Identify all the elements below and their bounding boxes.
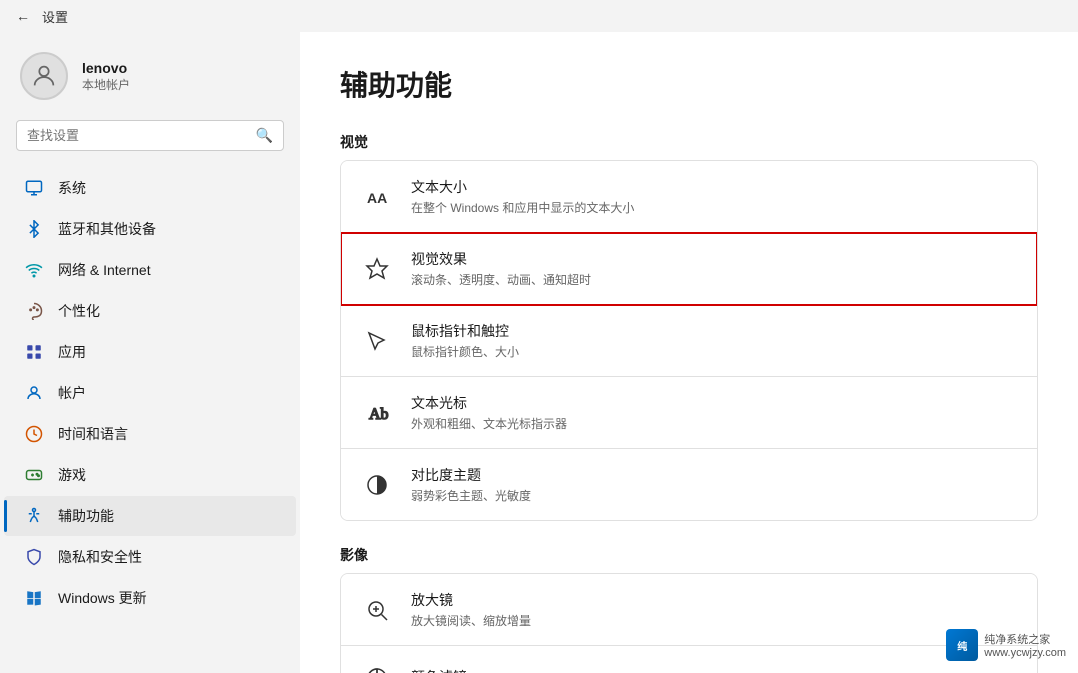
windows-icon	[24, 588, 44, 608]
search-box: 🔍	[16, 120, 284, 151]
section-shadow: 影像 放大镜 放大镜阅读、缩放增量	[340, 545, 1038, 673]
network-icon	[24, 260, 44, 280]
settings-item-color-filter-title: 颜色滤镜	[411, 667, 467, 673]
sidebar-item-label-apps: 应用	[58, 342, 86, 362]
svg-text:Ab: Ab	[369, 406, 389, 423]
settings-item-contrast-text: 对比度主题 弱势彩色主题、光敏度	[411, 465, 531, 504]
accessibility-icon	[24, 506, 44, 526]
sidebar-item-time[interactable]: 时间和语言	[4, 414, 296, 454]
section-title-vision: 视觉	[340, 132, 1038, 152]
section-title-shadow: 影像	[340, 545, 1038, 565]
content-area: 辅助功能 视觉 AA 文本大小 在整个 Windows 和应用中显示的文本大小	[300, 32, 1078, 673]
nav-list: 系统 蓝牙和其他设备	[0, 168, 300, 618]
color-filter-icon	[361, 662, 393, 673]
settings-item-text-size-title: 文本大小	[411, 177, 634, 197]
sidebar-item-accounts[interactable]: 帐户	[4, 373, 296, 413]
settings-list-vision: AA 文本大小 在整个 Windows 和应用中显示的文本大小	[340, 160, 1038, 521]
settings-item-mouse-pointer-text: 鼠标指针和触控 鼠标指针颜色、大小	[411, 321, 519, 360]
sidebar-item-label-accounts: 帐户	[58, 383, 86, 403]
sidebar-item-label-time: 时间和语言	[58, 424, 128, 444]
back-button[interactable]: ←	[12, 4, 34, 28]
sidebar-item-system[interactable]: 系统	[4, 168, 296, 208]
user-name: lenovo	[82, 60, 130, 76]
settings-item-text-cursor[interactable]: Ab 文本光标 外观和粗细、文本光标指示器	[341, 377, 1037, 449]
watermark-logo: 纯	[946, 629, 978, 661]
settings-item-contrast-desc: 弱势彩色主题、光敏度	[411, 487, 531, 504]
sidebar: lenovo 本地帐户 🔍 系统	[0, 32, 300, 673]
watermark-text: 纯净系统之家 www.ycwjzy.com	[984, 631, 1066, 659]
section-vision: 视觉 AA 文本大小 在整个 Windows 和应用中显示的文本大小	[340, 132, 1038, 521]
settings-item-visual-effects-title: 视觉效果	[411, 249, 591, 269]
settings-item-mouse-pointer-desc: 鼠标指针颜色、大小	[411, 343, 519, 360]
titlebar: ← 设置	[0, 0, 1078, 32]
settings-item-text-size[interactable]: AA 文本大小 在整个 Windows 和应用中显示的文本大小	[341, 161, 1037, 233]
settings-item-visual-effects-desc: 滚动条、透明度、动画、通知超时	[411, 271, 591, 288]
settings-item-magnifier-title: 放大镜	[411, 590, 531, 610]
settings-item-mouse-pointer[interactable]: 鼠标指针和触控 鼠标指针颜色、大小	[341, 305, 1037, 377]
user-info: lenovo 本地帐户	[82, 60, 130, 93]
sidebar-item-windows-update[interactable]: Windows 更新	[4, 578, 296, 618]
monitor-icon	[24, 178, 44, 198]
search-container: 🔍	[0, 120, 300, 167]
settings-item-mouse-pointer-title: 鼠标指针和触控	[411, 321, 519, 341]
settings-item-magnifier-text: 放大镜 放大镜阅读、缩放增量	[411, 590, 531, 629]
contrast-icon	[361, 469, 393, 501]
settings-item-text-size-text: 文本大小 在整个 Windows 和应用中显示的文本大小	[411, 177, 634, 216]
sidebar-item-label-accessibility: 辅助功能	[58, 506, 114, 526]
gaming-icon	[24, 465, 44, 485]
sidebar-item-bluetooth[interactable]: 蓝牙和其他设备	[4, 209, 296, 249]
sidebar-item-label-windows-update: Windows 更新	[58, 588, 147, 608]
settings-item-visual-effects-text: 视觉效果 滚动条、透明度、动画、通知超时	[411, 249, 591, 288]
titlebar-title: 设置	[42, 7, 68, 26]
sidebar-item-apps[interactable]: 应用	[4, 332, 296, 372]
settings-item-text-cursor-text: 文本光标 外观和粗细、文本光标指示器	[411, 393, 567, 432]
cursor-icon	[361, 325, 393, 357]
settings-item-color-filter-text: 颜色滤镜	[411, 667, 467, 673]
svg-text:AA: AA	[367, 190, 387, 206]
settings-item-contrast[interactable]: 对比度主题 弱势彩色主题、光敏度	[341, 449, 1037, 520]
search-input[interactable]	[27, 128, 248, 143]
user-account: 本地帐户	[82, 76, 130, 93]
apps-icon	[24, 342, 44, 362]
text-size-icon: AA	[361, 181, 393, 213]
sidebar-item-label-personalize: 个性化	[58, 301, 100, 321]
page-title: 辅助功能	[340, 64, 1038, 104]
user-profile[interactable]: lenovo 本地帐户	[0, 40, 300, 120]
sidebar-item-label-network: 网络 & Internet	[58, 260, 151, 280]
settings-item-visual-effects[interactable]: 视觉效果 滚动条、透明度、动画、通知超时	[341, 233, 1037, 305]
shield-icon	[24, 547, 44, 567]
main-layout: lenovo 本地帐户 🔍 系统	[0, 32, 1078, 673]
bluetooth-icon	[24, 219, 44, 239]
settings-item-magnifier-desc: 放大镜阅读、缩放增量	[411, 612, 531, 629]
sidebar-item-privacy[interactable]: 隐私和安全性	[4, 537, 296, 577]
sidebar-item-network[interactable]: 网络 & Internet	[4, 250, 296, 290]
watermark: 纯 纯净系统之家 www.ycwjzy.com	[946, 629, 1066, 661]
settings-item-contrast-title: 对比度主题	[411, 465, 531, 485]
text-cursor-icon: Ab	[361, 397, 393, 429]
settings-item-color-filter[interactable]: 颜色滤镜	[341, 646, 1037, 673]
settings-item-text-cursor-title: 文本光标	[411, 393, 567, 413]
sidebar-item-gaming[interactable]: 游戏	[4, 455, 296, 495]
visual-effects-icon	[361, 253, 393, 285]
sidebar-item-label-bluetooth: 蓝牙和其他设备	[58, 219, 156, 239]
sidebar-item-label-system: 系统	[58, 178, 86, 198]
settings-list-shadow: 放大镜 放大镜阅读、缩放增量 颜色滤镜	[340, 573, 1038, 673]
settings-item-text-size-desc: 在整个 Windows 和应用中显示的文本大小	[411, 199, 634, 216]
search-icon: 🔍	[256, 127, 273, 144]
person-icon	[24, 383, 44, 403]
sidebar-item-label-privacy: 隐私和安全性	[58, 547, 142, 567]
avatar	[20, 52, 68, 100]
settings-item-text-cursor-desc: 外观和粗细、文本光标指示器	[411, 415, 567, 432]
settings-item-magnifier[interactable]: 放大镜 放大镜阅读、缩放增量	[341, 574, 1037, 646]
sidebar-item-label-gaming: 游戏	[58, 465, 86, 485]
sidebar-item-accessibility[interactable]: 辅助功能	[4, 496, 296, 536]
sidebar-item-personalize[interactable]: 个性化	[4, 291, 296, 331]
clock-icon	[24, 424, 44, 444]
paint-icon	[24, 301, 44, 321]
magnifier-icon	[361, 594, 393, 626]
